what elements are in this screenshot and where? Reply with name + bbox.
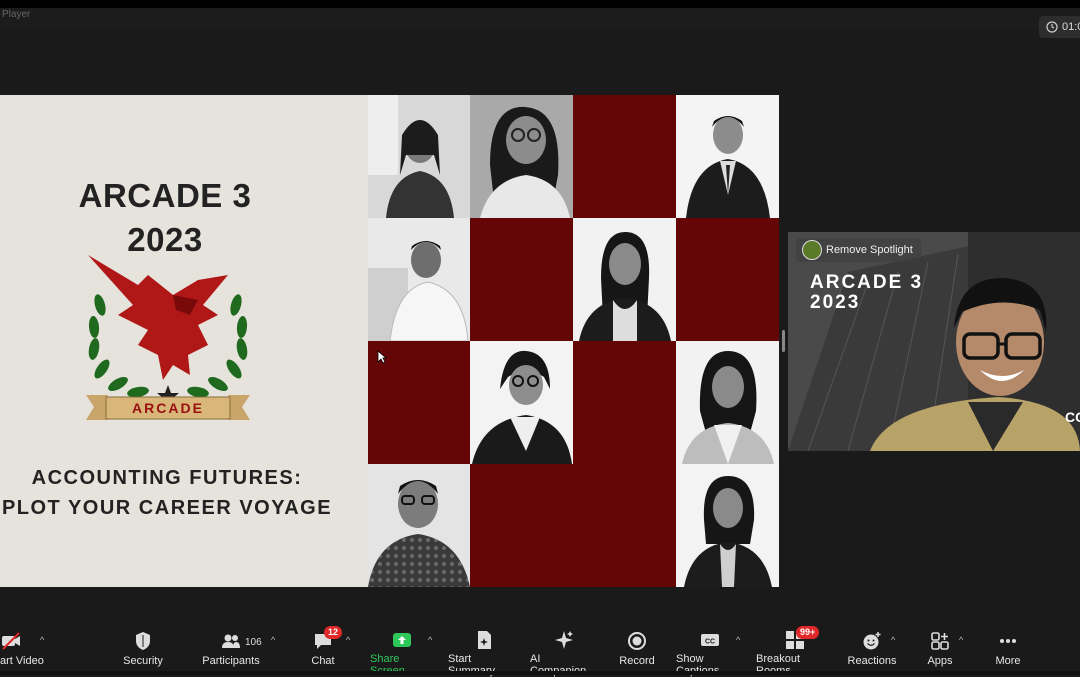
maroon-tile: [573, 341, 676, 464]
participants-label: Participants: [202, 655, 260, 667]
panel-resize-handle[interactable]: [782, 330, 785, 352]
start-summary-button[interactable]: Start Summary: [448, 630, 520, 677]
spotlight-video[interactable]: ARCADE 3 2023 CC Remove Spotlight: [788, 232, 1080, 451]
speaker-bg-title-line2: 2023: [810, 292, 861, 313]
svg-text:CC: CC: [705, 639, 715, 646]
record-button[interactable]: Record: [617, 630, 657, 674]
speaker-photo: [676, 95, 779, 218]
maroon-tile: [470, 218, 573, 341]
meeting-timer[interactable]: 01:0: [1039, 16, 1080, 38]
slide-subtitle-line1: ACCOUNTING FUTURES:: [31, 467, 303, 489]
show-captions-button[interactable]: CC Show Captions: [676, 630, 744, 677]
speaker-photo: [470, 95, 573, 218]
apps-options-caret[interactable]: ^: [959, 635, 963, 645]
chat-unread-badge: 12: [324, 626, 343, 639]
more-label: More: [995, 655, 1021, 667]
university-logo-icon: [802, 240, 822, 260]
reactions-label: Reactions: [847, 655, 897, 667]
summary-icon: [473, 630, 495, 650]
speaker-photo: [573, 218, 676, 341]
maroon-tile: [573, 464, 676, 587]
maroon-tile: [676, 218, 779, 341]
more-icon: [997, 630, 1019, 652]
security-label: Security: [123, 655, 163, 667]
ai-companion-button[interactable]: AI Companion: [530, 630, 598, 677]
speaker-photo: [368, 464, 470, 587]
slide-subtitle-line2: PLOT YOUR CAREER VOYAGE: [1, 497, 333, 519]
share-options-caret[interactable]: ^: [428, 635, 432, 645]
maroon-tile: [470, 464, 573, 587]
participants-options-caret[interactable]: ^: [271, 635, 275, 645]
shared-slide: ARCADE 3 2023 ARCADE ACCOUNTING FUTURES:…: [0, 95, 779, 587]
speaker-bg-partial-text: CC: [1065, 409, 1080, 425]
cc-icon: CC: [699, 630, 721, 650]
video-off-icon: [0, 630, 22, 652]
window-bottom-edge: [0, 671, 1080, 675]
speaker-photo: [368, 95, 470, 218]
video-options-caret[interactable]: ^: [40, 635, 44, 645]
participants-count: 106: [245, 637, 262, 648]
speaker-photo: [676, 464, 779, 587]
meeting-toolbar: art Video ^ Security Participants 106 ^ …: [0, 622, 1080, 677]
chat-label: Chat: [311, 655, 335, 667]
apps-icon: [929, 630, 951, 652]
participants-icon: [220, 630, 242, 652]
reactions-options-caret[interactable]: ^: [891, 635, 895, 645]
mouse-cursor: [377, 350, 388, 364]
speaker-bg-title-line1: ARCADE 3: [810, 272, 924, 293]
start-video-button[interactable]: art Video: [0, 630, 44, 674]
arcade-eagle-logo: ARCADE: [86, 255, 250, 420]
speaker-video-feed: [788, 232, 1080, 451]
security-button[interactable]: Security: [118, 630, 168, 674]
reactions-button[interactable]: Reactions: [848, 630, 896, 674]
clock-icon: [1046, 21, 1058, 33]
shield-icon: [132, 630, 154, 652]
record-label: Record: [619, 655, 655, 667]
speaker-photo: [470, 341, 573, 464]
share-screen-icon: [391, 630, 413, 650]
chat-options-caret[interactable]: ^: [346, 635, 350, 645]
title-bar: Player: [0, 0, 1080, 30]
app-title: Player: [2, 9, 31, 20]
breakout-icon: 99+: [784, 626, 820, 650]
remove-spotlight-button[interactable]: Remove Spotlight: [796, 238, 921, 262]
speaker-photo: [368, 218, 470, 341]
window-edge: [0, 0, 1080, 8]
timer-value: 01:0: [1062, 21, 1080, 33]
slide-left-panel: ARCADE 3 2023 ARCADE ACCOUNTING FUTURES:…: [0, 95, 368, 587]
captions-options-caret[interactable]: ^: [736, 635, 740, 645]
remove-spotlight-label: Remove Spotlight: [826, 244, 913, 256]
breakout-badge: 99+: [796, 626, 820, 639]
share-screen-button[interactable]: Share Screen: [370, 630, 434, 677]
slide-title-line1: ARCADE 3: [78, 177, 252, 214]
chat-icon: 12: [312, 626, 343, 652]
sparkle-icon: [553, 630, 575, 650]
chat-button[interactable]: 12 Chat: [306, 626, 343, 674]
reactions-icon: [861, 630, 883, 652]
record-icon: [626, 630, 648, 652]
apps-label: Apps: [927, 655, 953, 667]
speaker-photo-grid: [368, 95, 779, 587]
maroon-tile: [573, 95, 676, 218]
speaker-photo: [676, 341, 779, 464]
svg-text:ARCADE: ARCADE: [132, 400, 204, 416]
more-button[interactable]: More: [990, 630, 1026, 674]
start-video-label: art Video: [0, 655, 44, 667]
breakout-rooms-button[interactable]: 99+ Breakout Rooms: [756, 626, 834, 677]
apps-button[interactable]: Apps: [922, 630, 958, 674]
